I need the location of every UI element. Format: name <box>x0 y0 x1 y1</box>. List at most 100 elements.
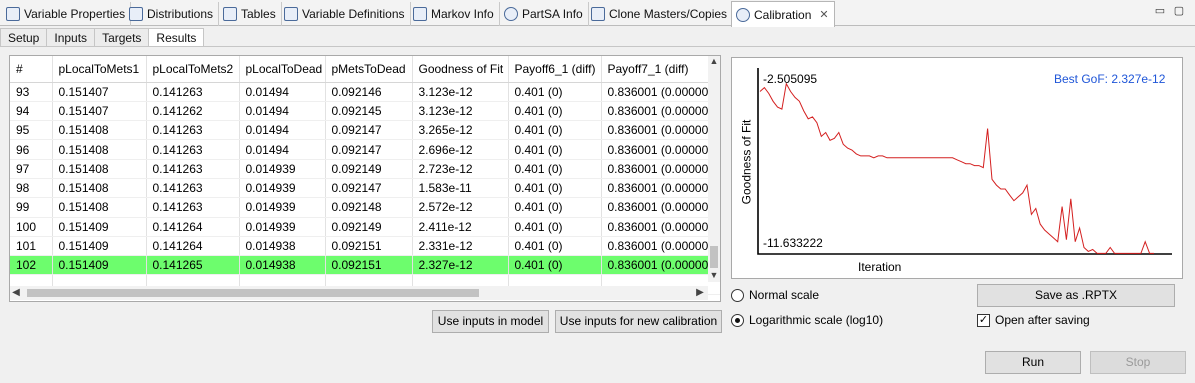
table-row[interactable]: 96 0.151408 0.141263 0.01494 0.092147 2.696e-… <box>10 139 720 160</box>
use-inputs-in-model-button[interactable]: Use inputs in model <box>432 310 549 333</box>
table-cell: 0.141262 <box>146 101 240 122</box>
table-cell: 0.151408 <box>52 159 147 179</box>
table-horizontal-scrollbar[interactable]: ◀ ▶ <box>10 286 708 300</box>
table-cell: 0.092147 <box>325 178 413 199</box>
table-row[interactable]: 97 0.151408 0.141263 0.014939 0.092149 2.723e… <box>10 159 720 179</box>
table-row[interactable]: 101 0.151409 0.141264 0.014938 0.092151 2.331… <box>10 236 720 257</box>
table-cell: 0.141263 <box>146 139 240 160</box>
tab-clone-masters[interactable]: Clone Masters/Copies <box>587 2 734 26</box>
table-row[interactable]: 95 0.151408 0.141263 0.01494 0.092147 3.265e-… <box>10 120 720 141</box>
table-cell: 2.411e-12 <box>412 217 509 237</box>
table-cell: 0.401 (0) <box>508 159 602 179</box>
open-after-saving-checkbox[interactable]: ✓ <box>977 313 990 327</box>
tab-label: Variable Definitions <box>302 7 405 21</box>
table-cell: 2.572e-12 <box>412 197 509 218</box>
scroll-down-icon[interactable]: ▼ <box>708 270 720 282</box>
table-cell: 0.151408 <box>52 197 147 218</box>
table-cell: 0.141265 <box>146 255 240 276</box>
table-cell: 0.836001 (0.000001 <box>601 255 720 276</box>
table-row[interactable]: 100 0.151409 0.141264 0.014939 0.092149 2.411… <box>10 217 720 237</box>
column-header[interactable]: pLocalToDead <box>239 56 326 83</box>
save-as-rptx-button[interactable]: Save as .RPTX <box>977 284 1175 307</box>
column-header[interactable]: Payoff6_1 (diff) <box>508 56 602 83</box>
tab-partsa-info[interactable]: PartSA Info <box>500 2 589 26</box>
scroll-right-icon[interactable]: ▶ <box>694 286 706 300</box>
table-cell: 0.014939 <box>239 178 326 199</box>
table-cell: 0.836001 (0.000001 <box>601 101 720 122</box>
table-cell: 0.401 (0) <box>508 101 602 122</box>
tab-label: Clone Masters/Copies <box>609 7 728 21</box>
tab-label: PartSA Info <box>522 7 583 21</box>
tab-distributions[interactable]: Distributions <box>125 2 220 26</box>
scroll-thumb[interactable] <box>710 246 718 268</box>
table-cell: 0.401 (0) <box>508 217 602 237</box>
table-cell: 0.141263 <box>146 120 240 141</box>
column-header[interactable]: pMetsToDead <box>325 56 413 83</box>
table-cell: 0.014939 <box>239 159 326 179</box>
tab-label: Calibration <box>754 7 812 22</box>
table-cell: 2.723e-12 <box>412 159 509 179</box>
tab-tables[interactable]: Tables <box>219 2 282 26</box>
tab-variable-definitions[interactable]: Variable Definitions <box>280 2 411 26</box>
tab-results[interactable]: Results <box>148 28 205 48</box>
stop-button[interactable]: Stop <box>1090 351 1186 374</box>
tab-label: Tables <box>241 7 276 21</box>
tables-icon <box>223 7 237 21</box>
table-cell: 2.696e-12 <box>412 139 509 160</box>
table-cell: 0.151408 <box>52 139 147 160</box>
column-header[interactable]: Payoff7_1 (diff) <box>601 56 720 83</box>
scroll-up-icon[interactable]: ▲ <box>708 56 720 68</box>
tab-targets[interactable]: Targets <box>94 28 150 47</box>
table-cell: 0.141263 <box>146 82 240 102</box>
table-cell: 0.141264 <box>146 217 240 237</box>
normal-scale-radio[interactable] <box>731 288 744 302</box>
table-vertical-scrollbar[interactable]: ▲ ▼ <box>708 56 720 282</box>
run-button[interactable]: Run <box>985 351 1081 374</box>
maximize-icon[interactable]: ▢ <box>1172 5 1186 17</box>
table-cell: 100 <box>10 217 53 237</box>
normal-scale-option[interactable]: Normal scale <box>731 288 819 302</box>
markov-icon <box>413 7 427 21</box>
log-scale-radio[interactable] <box>731 313 744 327</box>
table-row[interactable]: 102 0.151409 0.141265 0.014938 0.092151 2.327… <box>10 255 720 276</box>
table-cell: 102 <box>10 255 53 276</box>
table-row[interactable]: 93 0.151407 0.141263 0.01494 0.092146 3.123e-… <box>10 82 720 102</box>
table-cell: 0.401 (0) <box>508 255 602 276</box>
open-after-saving-option[interactable]: ✓ Open after saving <box>977 313 1090 327</box>
scroll-left-icon[interactable]: ◀ <box>10 286 22 300</box>
column-header[interactable]: pLocalToMets2 <box>146 56 240 83</box>
close-icon[interactable]: ✕ <box>819 8 828 21</box>
tab-variable-properties[interactable]: Variable Properties <box>2 2 132 26</box>
log-scale-option[interactable]: Logarithmic scale (log10) <box>731 313 883 327</box>
table-row[interactable]: 94 0.151407 0.141262 0.01494 0.092145 3.123e-… <box>10 101 720 122</box>
table-cell: 0.401 (0) <box>508 178 602 199</box>
partsa-icon <box>504 7 518 21</box>
scroll-thumb[interactable] <box>27 289 479 297</box>
table-cell: 0.092151 <box>325 236 413 257</box>
table-cell: 99 <box>10 197 53 218</box>
use-inputs-new-calibration-button[interactable]: Use inputs for new calibration <box>555 310 722 333</box>
tab-setup[interactable]: Setup <box>0 28 48 47</box>
column-header[interactable]: Goodness of Fit <box>412 56 509 83</box>
table-row[interactable]: 99 0.151408 0.141263 0.014939 0.092148 2.572e… <box>10 197 720 218</box>
column-header[interactable]: pLocalToMets1 <box>52 56 147 83</box>
results-table[interactable]: # pLocalToMets1 pLocalToMets2 pLocalToDead p… <box>9 55 721 302</box>
tab-label: Variable Properties <box>24 7 126 21</box>
table-cell: 0.401 (0) <box>508 197 602 218</box>
log-scale-label: Logarithmic scale (log10) <box>749 313 884 327</box>
minimize-icon[interactable]: ▭ <box>1153 5 1167 17</box>
tab-calibration[interactable]: Calibration ✕ <box>731 1 835 27</box>
calibration-icon <box>736 7 750 22</box>
table-row[interactable]: 98 0.151408 0.141263 0.014939 0.092147 1.583e… <box>10 178 720 199</box>
goodness-of-fit-chart: -2.505095 -11.633222 Best GoF: 2.327e-12… <box>731 57 1183 279</box>
y-max-label: -2.505095 <box>763 72 818 86</box>
table-cell: 0.092147 <box>325 139 413 160</box>
definitions-icon <box>284 7 298 21</box>
x-axis-label: Iteration <box>858 260 902 274</box>
table-cell: 3.265e-12 <box>412 120 509 141</box>
tab-markov-info[interactable]: Markov Info <box>409 2 500 26</box>
column-header[interactable]: # <box>10 56 53 83</box>
tab-inputs[interactable]: Inputs <box>46 28 96 47</box>
table-cell: 0.836001 (0.000001 <box>601 217 720 237</box>
table-cell: 0.141263 <box>146 159 240 179</box>
